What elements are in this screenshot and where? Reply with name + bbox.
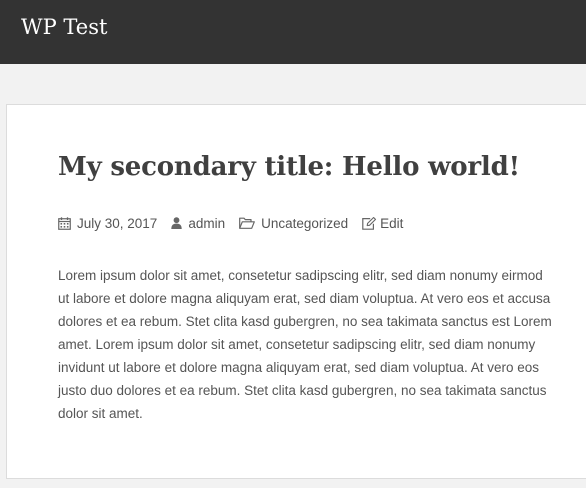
post-title: My secondary title: Hello world! (58, 152, 520, 182)
post-meta: July 30, 2017 admin Uncategorized Edit (58, 214, 417, 232)
site-title-link[interactable]: WP Test (21, 14, 107, 40)
post-date-link[interactable]: July 30, 2017 (58, 216, 157, 231)
post-content: Lorem ipsum dolor sit amet, consetetur s… (58, 264, 586, 425)
post-author: admin (188, 215, 226, 231)
post-category-link[interactable]: Uncategorized (239, 216, 348, 231)
post-category: Uncategorized (261, 215, 349, 231)
edit-label: Edit (380, 215, 404, 231)
post-content-line: Lorem ipsum dolor sit amet, consetetur s… (58, 268, 543, 283)
edit-post-link[interactable]: Edit (362, 216, 403, 231)
calendar-icon (58, 216, 71, 230)
post-content-line: invidunt ut labore et dolore magna aliqu… (58, 360, 540, 375)
post-card: My secondary title: Hello world! July 30… (6, 104, 586, 479)
post-content-line: ut labore et dolore magna aliquyam erat,… (58, 291, 551, 306)
post-date: July 30, 2017 (77, 215, 158, 231)
page: WP Test My secondary title: Hello world! (0, 0, 586, 488)
edit-icon (362, 216, 377, 230)
user-icon (171, 217, 183, 229)
folder-open-icon (239, 217, 255, 229)
post-content-line: dolores et ea rebum. Stet clita kasd gub… (58, 314, 552, 329)
post-author-link[interactable]: admin (171, 216, 225, 231)
post-content-line: amet. Lorem ipsum dolor sit amet, conset… (58, 337, 536, 352)
post-content-line: dolor sit amet. (58, 406, 143, 421)
site-header: WP Test (0, 0, 586, 64)
post-content-line: justo duo dolores et ea rebum. Stet clit… (58, 383, 547, 398)
